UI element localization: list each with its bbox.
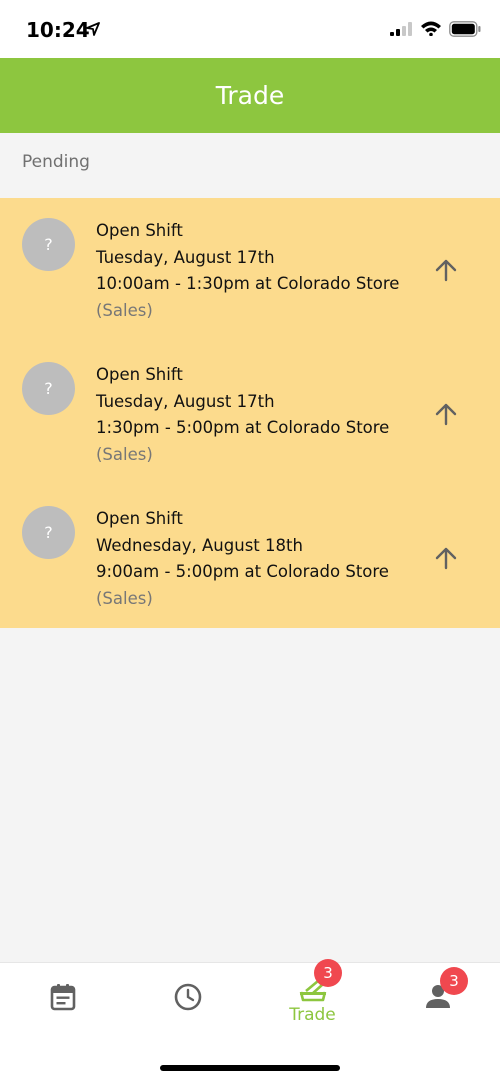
shift-details: Open Shift Wednesday, August 18th 9:00am… [96,506,389,612]
shift-list-item[interactable]: ? Open Shift Wednesday, August 18th 9:00… [0,486,500,626]
clock-icon [174,983,202,1011]
tab-schedule[interactable] [0,963,125,1043]
shift-details: Open Shift Tuesday, August 17th 1:30pm -… [96,362,389,468]
profile-notification-badge: 3 [440,967,468,995]
shift-list-item[interactable]: ? Open Shift Tuesday, August 17th 1:30pm… [0,342,500,482]
cellular-signal-icon [390,22,412,36]
section-label-pending: Pending [22,152,90,172]
avatar: ? [22,506,75,559]
wifi-icon [421,21,441,36]
home-indicator[interactable] [160,1065,340,1071]
avatar: ? [22,362,75,415]
shift-title: Open Shift [96,365,183,384]
shift-date: Wednesday, August 18th [96,535,303,555]
shift-title: Open Shift [96,221,183,240]
app-header: Trade [0,58,500,133]
shift-time-location: 9:00am - 5:00pm at Colorado Store [96,562,389,581]
arrow-up-icon[interactable] [432,544,460,572]
shift-date: Tuesday, August 17th [96,391,275,411]
pending-shift-list: ? Open Shift Tuesday, August 17th 10:00a… [0,198,500,628]
arrow-up-icon[interactable] [432,400,460,428]
shift-list-item[interactable]: ? Open Shift Tuesday, August 17th 10:00a… [0,198,500,338]
tab-trade-label: Trade [289,1005,336,1025]
arrow-up-icon[interactable] [432,256,460,284]
battery-icon [449,21,481,37]
page-title: Trade [215,81,285,110]
calendar-icon [50,984,76,1011]
tab-profile[interactable]: 3 [375,963,500,1043]
location-arrow-icon [86,22,100,36]
shift-role: (Sales) [96,300,153,320]
tab-time-clock[interactable] [125,963,250,1043]
bottom-tab-bar: 3 Trade 3 [0,959,500,1082]
shift-role: (Sales) [96,588,153,608]
shift-details: Open Shift Tuesday, August 17th 10:00am … [96,218,399,324]
shift-date: Tuesday, August 17th [96,247,275,267]
shift-role: (Sales) [96,444,153,464]
status-bar: 10:24 [0,0,500,58]
shift-time-location: 10:00am - 1:30pm at Colorado Store [96,274,400,293]
shift-time-location: 1:30pm - 5:00pm at Colorado Store [96,418,390,437]
avatar: ? [22,218,75,271]
status-time: 10:24 [26,18,90,42]
shift-title: Open Shift [96,509,183,528]
trade-notification-badge: 3 [314,959,342,987]
tab-trade[interactable]: 3 Trade [250,959,375,1043]
